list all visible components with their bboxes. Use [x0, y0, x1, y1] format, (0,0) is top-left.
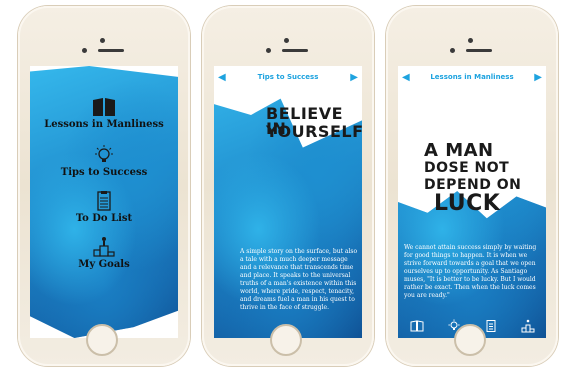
podium-icon[interactable]	[521, 319, 535, 333]
sensor	[266, 48, 271, 53]
screen-tips: ◀ Tips to Success ▶ BELIEVE IN YOURSELF …	[214, 66, 362, 338]
menu-item-lessons[interactable]: Lessons in Manliness	[30, 96, 178, 130]
next-arrow-icon[interactable]: ▶	[530, 72, 546, 83]
menu-label: Lessons in Manliness	[44, 119, 164, 130]
body-text: A simple story on the surface, but also …	[240, 248, 358, 311]
headline-line-1: A MAN	[424, 140, 494, 161]
next-arrow-icon[interactable]: ▶	[346, 72, 362, 83]
headline-line-2: YOURSELF	[266, 122, 362, 141]
clipboard-icon	[97, 191, 111, 211]
screen-main-menu: Lessons in Manliness Tips to Success To …	[30, 66, 178, 338]
screen-title: Lessons in Manliness	[430, 73, 514, 81]
podium-icon	[93, 237, 115, 257]
menu-label: Tips to Success	[60, 167, 148, 178]
book-icon	[93, 98, 115, 116]
phone-mockup-2: ◀ Tips to Success ▶ BELIEVE IN YOURSELF …	[202, 6, 374, 366]
sensor	[450, 48, 455, 53]
phone-mockup-1: Lessons in Manliness Tips to Success To …	[18, 6, 190, 366]
lightbulb-icon	[95, 145, 113, 162]
lightbulb-icon[interactable]	[447, 319, 461, 333]
clipboard-icon[interactable]	[484, 319, 498, 333]
sensor	[82, 48, 87, 53]
headline-line-4: LUCK	[434, 191, 501, 216]
screen-title: Tips to Success	[257, 73, 319, 81]
prev-arrow-icon[interactable]: ◀	[214, 72, 230, 83]
menu-item-tips[interactable]: Tips to Success	[30, 144, 178, 178]
speaker	[282, 49, 308, 52]
top-nav-bar: ◀ Tips to Success ▶	[214, 66, 362, 88]
menu-label: To Do List	[75, 213, 133, 224]
phone-mockup-3: ◀ Lessons in Manliness ▶ A MAN DOSE NOT …	[386, 6, 558, 366]
menu-label: My Goals	[78, 259, 130, 270]
screen-lessons: ◀ Lessons in Manliness ▶ A MAN DOSE NOT …	[398, 66, 546, 338]
home-button[interactable]	[86, 324, 118, 356]
camera	[100, 38, 105, 43]
home-button[interactable]	[270, 324, 302, 356]
speaker	[466, 49, 492, 52]
prev-arrow-icon[interactable]: ◀	[398, 72, 414, 83]
book-icon[interactable]	[410, 319, 424, 333]
headline-line-2: DOSE NOT	[424, 160, 510, 176]
body-text: We cannot attain success simply by waiti…	[404, 244, 537, 299]
speaker	[98, 49, 124, 52]
camera	[284, 38, 289, 43]
menu-item-goals[interactable]: My Goals	[30, 236, 178, 270]
bottom-tab-bar	[398, 314, 546, 338]
top-nav-bar: ◀ Lessons in Manliness ▶	[398, 66, 546, 88]
camera	[468, 38, 473, 43]
menu-item-todo[interactable]: To Do List	[30, 190, 178, 224]
